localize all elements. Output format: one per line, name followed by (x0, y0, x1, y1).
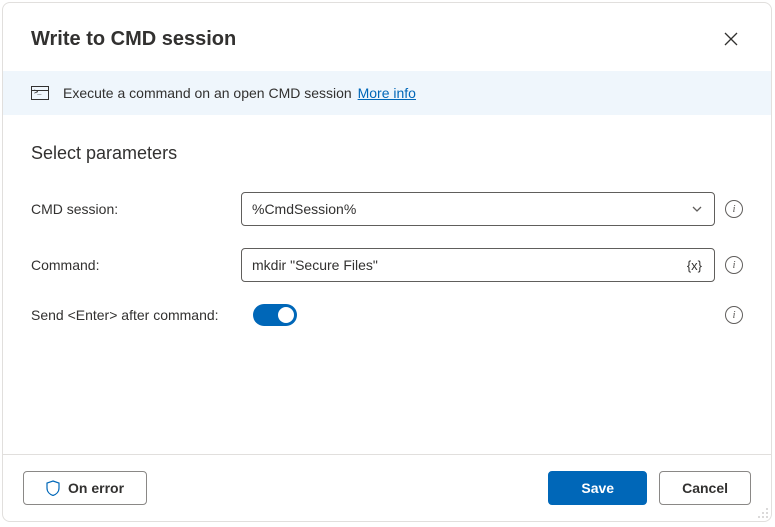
info-text: Execute a command on an open CMD session… (63, 85, 416, 101)
dialog-body: Select parameters CMD session: %CmdSessi… (3, 115, 771, 454)
close-button[interactable] (715, 23, 747, 55)
cmd-session-info-icon[interactable]: i (725, 200, 743, 218)
command-label: Command: (31, 257, 241, 273)
toggle-knob (278, 307, 294, 323)
on-error-label: On error (68, 480, 124, 496)
shield-icon (46, 480, 60, 496)
save-label: Save (581, 480, 614, 496)
send-enter-info-icon[interactable]: i (725, 306, 743, 324)
cmd-session-value: %CmdSession% (252, 201, 690, 217)
variable-picker-icon[interactable]: {x} (685, 258, 704, 273)
command-row: Command: {x} i (31, 248, 743, 282)
section-title: Select parameters (31, 143, 743, 164)
cmd-session-select[interactable]: %CmdSession% (241, 192, 715, 226)
send-enter-row: Send <Enter> after command: i (31, 304, 743, 326)
info-bar: Execute a command on an open CMD session… (3, 71, 771, 115)
on-error-button[interactable]: On error (23, 471, 147, 505)
cmd-session-label: CMD session: (31, 201, 241, 217)
dialog-title: Write to CMD session (31, 28, 236, 51)
dialog-header: Write to CMD session (3, 3, 771, 71)
send-enter-toggle[interactable] (253, 304, 297, 326)
cmd-session-icon (31, 86, 49, 100)
more-info-link[interactable]: More info (358, 85, 416, 101)
chevron-down-icon (690, 202, 704, 216)
cancel-button[interactable]: Cancel (659, 471, 751, 505)
command-input[interactable]: {x} (241, 248, 715, 282)
send-enter-label: Send <Enter> after command: (31, 307, 253, 323)
dialog-window: Write to CMD session Execute a command o… (2, 2, 772, 522)
save-button[interactable]: Save (548, 471, 647, 505)
info-text-label: Execute a command on an open CMD session (63, 85, 352, 101)
dialog-footer: On error Save Cancel (3, 454, 771, 521)
resize-grip-icon[interactable] (757, 507, 769, 519)
command-info-icon[interactable]: i (725, 256, 743, 274)
cmd-session-row: CMD session: %CmdSession% i (31, 192, 743, 226)
cancel-label: Cancel (682, 480, 728, 496)
command-text-field[interactable] (252, 257, 685, 273)
close-icon (724, 32, 738, 46)
